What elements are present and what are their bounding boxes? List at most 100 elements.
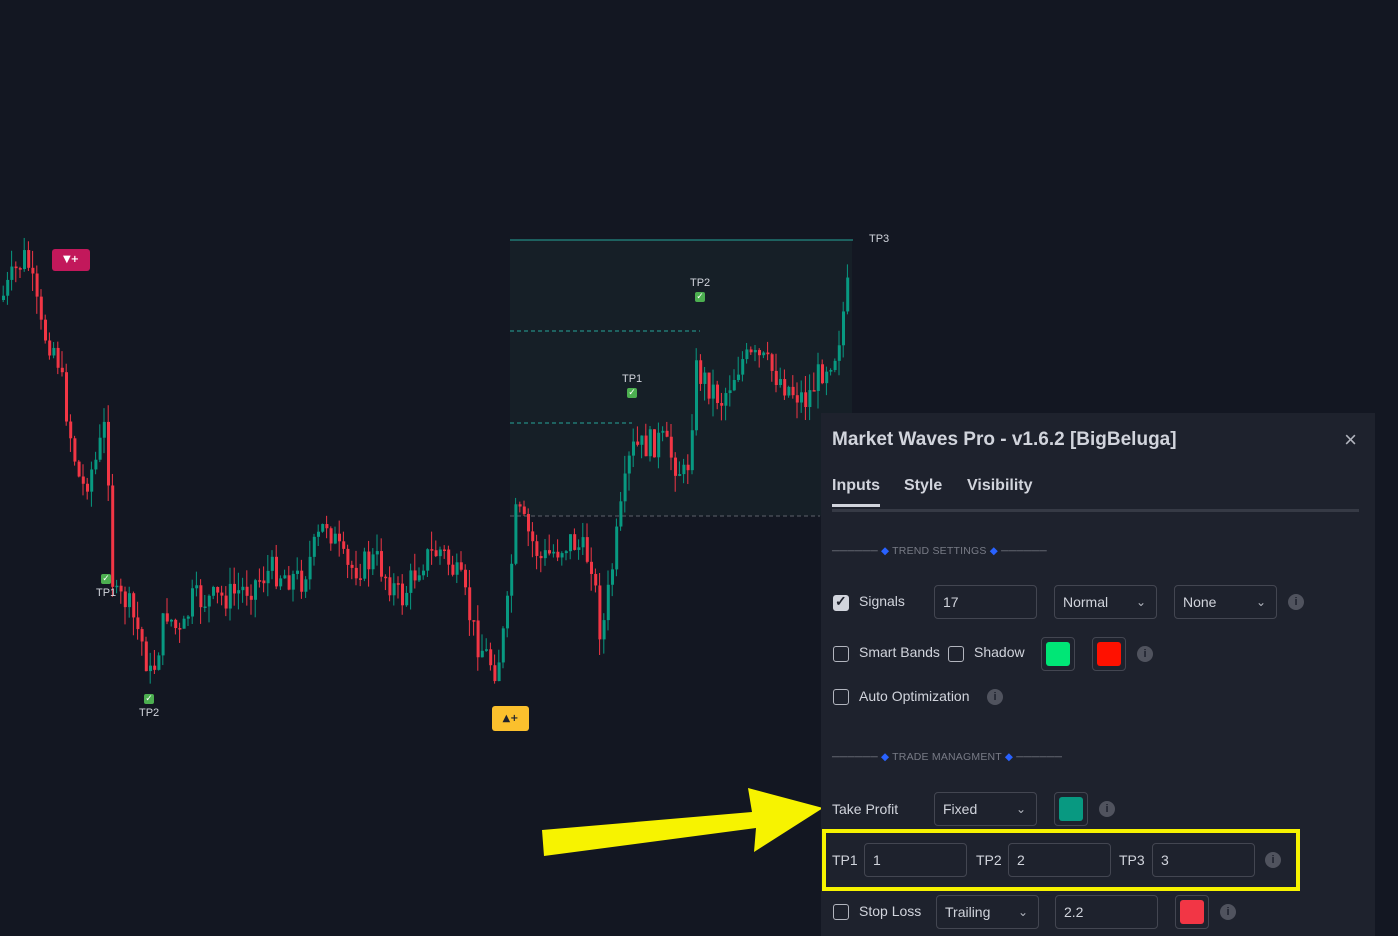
candle-body [350, 564, 354, 568]
buy-signal-badge[interactable]: ▲+ [492, 706, 529, 731]
candle-body [795, 395, 799, 403]
candle-body [380, 551, 383, 577]
candle-body [102, 421, 106, 438]
candle-body [590, 561, 593, 574]
candle-body [107, 421, 110, 486]
candle-body [363, 551, 367, 579]
candle-body [816, 364, 820, 391]
stop-loss-mode-select[interactable]: Trailing ⌄ [936, 895, 1039, 929]
close-icon[interactable]: × [1344, 427, 1357, 453]
candle-body [325, 524, 329, 529]
candle-body [741, 359, 745, 375]
shadow-up-color-picker[interactable] [1041, 637, 1075, 671]
candle-body [39, 296, 43, 320]
candle-body [842, 311, 845, 346]
section-trend-settings: ────── ◆ TREND SETTINGS ◆ ────── [832, 545, 1047, 557]
candle-body [539, 555, 543, 559]
candle-body [228, 583, 232, 609]
stop-loss-color-picker[interactable] [1175, 895, 1209, 929]
take-profit-mode-select[interactable]: Fixed ⌄ [934, 792, 1037, 826]
candle-body [535, 541, 539, 556]
tab-inputs[interactable]: Inputs [832, 477, 880, 507]
take-profit-mode-value: Fixed [943, 801, 978, 817]
candle-body [384, 576, 388, 579]
info-icon[interactable]: i [1220, 904, 1236, 920]
info-icon[interactable]: i [1137, 646, 1153, 662]
candle-body [485, 649, 488, 651]
candle-body [6, 279, 10, 296]
auto-optimization-checkbox[interactable] [833, 689, 849, 705]
candle-body [665, 430, 669, 437]
candle-body [56, 347, 60, 368]
candle-body [300, 570, 304, 592]
candle-body [346, 548, 350, 565]
signals-sensitivity-input[interactable]: 17 [934, 585, 1037, 619]
take-profit-label: Take Profit [832, 801, 899, 817]
tp1-label-right: TP1 [622, 373, 643, 385]
candle-body [44, 319, 47, 341]
candle-body [140, 629, 144, 642]
stop-loss-checkbox[interactable] [833, 904, 849, 920]
candle-body [123, 591, 127, 608]
candle-body [833, 360, 837, 371]
tab-bar: Inputs Style Visibility [832, 477, 1359, 512]
candle-body [178, 628, 182, 630]
stop-loss-mode-value: Trailing [945, 904, 991, 920]
signals-filter-select[interactable]: None ⌄ [1174, 585, 1277, 619]
candle-body [157, 655, 161, 670]
candle-body [644, 435, 648, 457]
signals-mode-select[interactable]: Normal ⌄ [1054, 585, 1157, 619]
candle-body [279, 578, 283, 587]
smart-bands-checkbox[interactable] [833, 646, 849, 662]
take-profit-color-picker[interactable] [1054, 792, 1088, 826]
candle-body [81, 476, 85, 484]
candle-body [623, 473, 627, 502]
diamond-icon: ◆ [880, 545, 890, 557]
candle-body [409, 570, 413, 593]
candle-body [720, 403, 724, 406]
candle-body [170, 619, 173, 622]
shadow-down-color-picker[interactable] [1092, 637, 1126, 671]
candle-body [829, 370, 833, 372]
info-icon[interactable]: i [987, 689, 1003, 705]
candle-body [678, 474, 682, 476]
candle-body [510, 563, 514, 596]
info-icon[interactable]: i [1288, 594, 1304, 610]
info-icon[interactable]: i [1099, 801, 1115, 817]
dialog-title: Market Waves Pro - v1.6.2 [BigBeluga] [832, 429, 1177, 450]
candle-body [191, 588, 194, 617]
candle-body [619, 501, 623, 527]
candle-body [2, 295, 5, 300]
tp1-check-icon: ✓ [627, 388, 637, 398]
stop-loss-value-input[interactable]: 2.2 [1055, 895, 1158, 929]
signals-checkbox[interactable] [833, 593, 849, 611]
candle-body [333, 533, 337, 544]
candle-body [648, 429, 652, 457]
section-trend-label: TREND SETTINGS [892, 545, 987, 557]
section-trade-label: TRADE MANAGMENT [892, 751, 1002, 763]
candle-body [245, 586, 249, 596]
candle-body [703, 372, 707, 384]
candle-body [522, 506, 526, 514]
candle-body [90, 469, 94, 492]
candle-body [199, 585, 203, 608]
candle-body [224, 595, 228, 609]
candle-body [275, 556, 278, 587]
candle-body [35, 273, 39, 297]
tab-style[interactable]: Style [904, 477, 942, 495]
sell-signal-badge[interactable]: ▼+ [52, 249, 90, 271]
shadow-checkbox[interactable] [948, 646, 964, 662]
candle-body [23, 250, 26, 270]
candle-body [527, 513, 530, 532]
tab-visibility[interactable]: Visibility [967, 477, 1033, 495]
candle-body [161, 613, 165, 656]
candle-body [611, 569, 614, 585]
signals-sensitivity-value: 17 [943, 594, 959, 610]
auto-optimization-label: Auto Optimization [859, 688, 970, 704]
candle-body [86, 483, 89, 492]
color-swatch [1097, 642, 1121, 666]
candle-body [497, 662, 501, 682]
candle-body [774, 370, 778, 386]
candle-body [375, 551, 379, 555]
tp1-label-left: TP1 [96, 587, 117, 599]
